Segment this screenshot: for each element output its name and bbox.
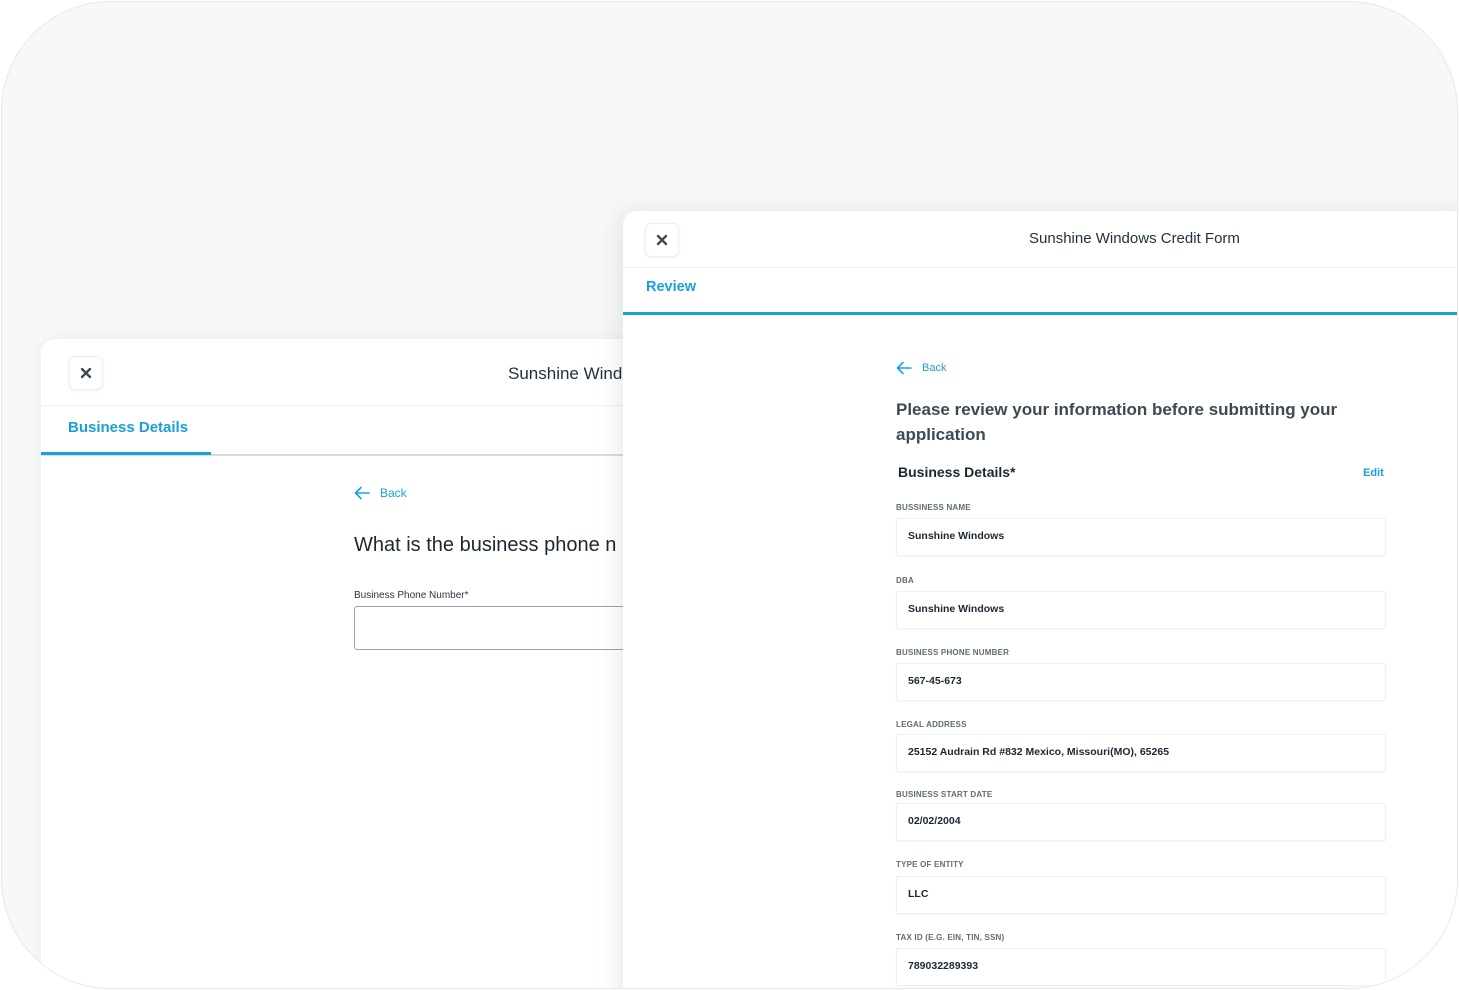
form-title: Sunshine Windows Credit Form: [1029, 230, 1240, 247]
field-value: 789032289393: [908, 960, 979, 972]
close-icon: [80, 367, 92, 379]
field-phone[interactable]: 567-45-673: [896, 663, 1386, 701]
field-label-phone: BUSINESS PHONE NUMBER: [896, 648, 1010, 657]
field-value: LLC: [908, 888, 929, 900]
close-button[interactable]: [69, 356, 103, 390]
step-tabbar: Review: [623, 268, 1457, 315]
back-link[interactable]: Back: [354, 486, 407, 500]
tab-review[interactable]: Review: [646, 279, 696, 295]
field-dba[interactable]: Sunshine Windows: [896, 591, 1386, 629]
question-heading: What is the business phone n: [354, 534, 617, 556]
tab-business-details[interactable]: Business Details: [68, 419, 188, 436]
field-label-entity-type: TYPE OF ENTITY: [896, 860, 964, 869]
arrow-left-icon: [896, 361, 912, 375]
form-title: Sunshine Wind: [508, 364, 623, 383]
panel-header: Sunshine Windows Credit Form: [623, 211, 1457, 268]
device-frame: Sunshine Wind Business Details Back What…: [1, 1, 1458, 989]
field-legal-address[interactable]: 25152 Audrain Rd #832 Mexico, Missouri(M…: [896, 734, 1386, 772]
back-link[interactable]: Back: [896, 361, 946, 375]
field-start-date[interactable]: 02/02/2004: [896, 803, 1386, 841]
field-business-name[interactable]: Sunshine Windows: [896, 518, 1386, 556]
field-value: 25152 Audrain Rd #832 Mexico, Missouri(M…: [908, 746, 1170, 758]
field-entity-type[interactable]: LLC: [896, 876, 1386, 914]
arrow-left-icon: [354, 486, 370, 500]
close-button[interactable]: [645, 223, 679, 257]
field-label-start-date: BUSINESS START DATE: [896, 790, 993, 799]
field-tax-id[interactable]: 789032289393: [896, 948, 1386, 986]
field-value: 02/02/2004: [908, 815, 961, 827]
close-icon: [656, 234, 668, 246]
field-value: 567-45-673: [908, 675, 962, 687]
section-title: Business Details*: [898, 464, 1016, 480]
active-tab-indicator: [41, 452, 211, 455]
field-value: Sunshine Windows: [908, 603, 1005, 615]
field-label-business-name: BUSSINESS NAME: [896, 503, 971, 512]
back-label: Back: [922, 362, 947, 374]
field-label-dba: DBA: [896, 576, 914, 585]
back-label: Back: [380, 486, 407, 500]
field-value: Sunshine Windows: [908, 530, 1005, 542]
field-label-tax-id: TAX ID (E.G. EIN, TIN, SSN): [896, 933, 1005, 942]
field-label-legal-address: LEGAL ADDRESS: [896, 720, 967, 729]
review-panel: Sunshine Windows Credit Form Review Back…: [623, 211, 1457, 988]
edit-link[interactable]: Edit: [1363, 467, 1384, 479]
phone-field-label: Business Phone Number*: [354, 590, 469, 601]
review-heading: Please review your information before su…: [896, 400, 1338, 444]
